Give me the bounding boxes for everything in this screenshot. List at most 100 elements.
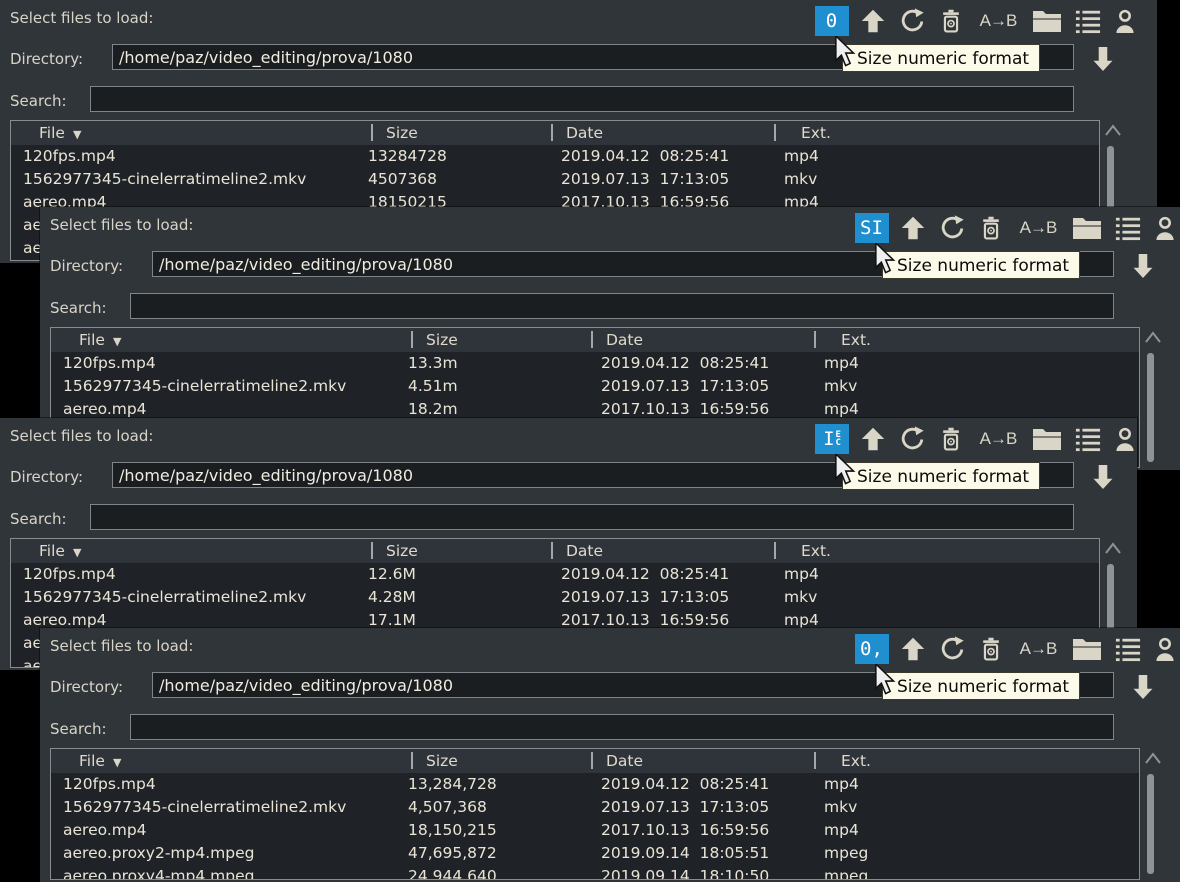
file-list-header: File▼ Size Date Ext.	[51, 328, 1139, 352]
scrollbar-slider[interactable]	[1147, 774, 1154, 874]
column-divider	[774, 542, 776, 559]
updir-button[interactable]	[898, 213, 928, 243]
new-folder-button[interactable]	[1030, 6, 1064, 36]
size-numeric-format-button[interactable]: 0	[815, 6, 849, 36]
file-ext-cell: mkv	[784, 586, 817, 609]
user-button[interactable]	[1112, 6, 1138, 36]
descend-directory-button[interactable]	[1130, 251, 1156, 283]
column-divider	[591, 752, 593, 769]
new-folder-button[interactable]	[1030, 424, 1064, 454]
rename-button[interactable]: A→B	[1015, 634, 1061, 664]
mouse-cursor-icon	[874, 243, 896, 279]
new-folder-button[interactable]	[1070, 213, 1104, 243]
column-header-date[interactable]: Date	[606, 752, 643, 770]
reload-button[interactable]	[897, 6, 927, 36]
user-button[interactable]	[1152, 213, 1178, 243]
column-header-ext[interactable]: Ext.	[841, 331, 871, 349]
descend-directory-button[interactable]	[1130, 672, 1156, 704]
reload-icon	[938, 635, 966, 663]
rename-button[interactable]: A→B	[1015, 213, 1061, 243]
updir-button[interactable]	[858, 424, 888, 454]
search-label: Search:	[10, 92, 67, 110]
column-header-date[interactable]: Date	[566, 542, 603, 560]
file-row[interactable]: aereo.proxy4-mp4.mpeg 24,944,640 2019.09…	[51, 865, 1139, 880]
scrollbar-up-button[interactable]	[1102, 122, 1124, 140]
file-row[interactable]: 120fps.mp4 13,284,728 2019.04.12 08:25:4…	[51, 773, 1139, 796]
list-format-button[interactable]	[1113, 634, 1143, 664]
file-size-cell: 4,507,368	[408, 796, 487, 819]
scrollbar-up-button[interactable]	[1102, 540, 1124, 558]
user-button[interactable]	[1112, 424, 1137, 454]
reload-button[interactable]	[937, 213, 967, 243]
scrollbar-slider[interactable]	[1147, 353, 1154, 462]
file-ext-cell: mp4	[784, 145, 819, 168]
list-icon	[1074, 426, 1102, 452]
rename-button[interactable]: A→B	[975, 424, 1021, 454]
file-name-cell: aereo.proxy4-mp4.mpeg	[63, 865, 254, 880]
file-row[interactable]: 1562977345-cinelerratimeline2.mkv 4.51m …	[51, 375, 1139, 398]
toolbar: 0, A→B	[855, 633, 1178, 665]
descend-directory-button[interactable]	[1090, 462, 1116, 494]
file-ext-cell: mpeg	[824, 865, 868, 880]
list-format-button[interactable]	[1073, 6, 1103, 36]
list-format-button[interactable]	[1073, 424, 1103, 454]
column-header-date[interactable]: Date	[566, 124, 603, 142]
file-row[interactable]: 1562977345-cinelerratimeline2.mkv 4.28M …	[11, 586, 1099, 609]
file-row[interactable]: aereo.mp4 18,150,215 2017.10.13 16:59:56…	[51, 819, 1139, 842]
directory-label: Directory:	[50, 257, 123, 275]
rename-button[interactable]: A→B	[975, 6, 1021, 36]
file-ext-cell: mpeg	[824, 842, 868, 865]
column-header-size[interactable]: Size	[386, 542, 418, 560]
scrollbar-up-button[interactable]	[1142, 750, 1164, 768]
list-format-button[interactable]	[1113, 213, 1143, 243]
file-name-cell: 120fps.mp4	[63, 352, 156, 375]
file-date-cell: 2019.07.13 17:13:05	[601, 796, 769, 819]
file-date-cell: 2019.04.12 08:25:41	[561, 563, 729, 586]
column-header-size[interactable]: Size	[426, 331, 458, 349]
search-input[interactable]	[130, 293, 1114, 319]
file-row[interactable]: aereo.proxy2-mp4.mpeg 47,695,872 2019.09…	[51, 842, 1139, 865]
descend-directory-button[interactable]	[1090, 44, 1116, 76]
size-numeric-format-button[interactable]: I EC	[815, 424, 849, 454]
delete-button[interactable]	[976, 634, 1006, 664]
person-icon	[1113, 7, 1137, 35]
new-folder-button[interactable]	[1070, 634, 1104, 664]
file-name-cell: 1562977345-cinelerratimeline2.mkv	[23, 168, 306, 191]
column-header-file[interactable]: File▼	[39, 542, 81, 560]
file-ext-cell: mkv	[784, 168, 817, 191]
user-button[interactable]	[1152, 634, 1178, 664]
column-header-date[interactable]: Date	[606, 331, 643, 349]
column-divider	[774, 124, 776, 141]
delete-button[interactable]	[936, 6, 966, 36]
file-row[interactable]: 120fps.mp4 13284728 2019.04.12 08:25:41 …	[11, 145, 1099, 168]
reload-button[interactable]	[937, 634, 967, 664]
column-header-ext[interactable]: Ext.	[801, 542, 831, 560]
column-header-ext[interactable]: Ext.	[801, 124, 831, 142]
tooltip: Size numeric format	[882, 251, 1080, 279]
file-list-header: File▼ Size Date Ext.	[11, 121, 1099, 145]
file-row[interactable]: 120fps.mp4 12.6M 2019.04.12 08:25:41 mp4	[11, 563, 1099, 586]
search-input[interactable]	[90, 86, 1074, 112]
column-header-file[interactable]: File▼	[39, 124, 81, 142]
reload-button[interactable]	[897, 424, 927, 454]
file-size-cell: 18,150,215	[408, 819, 497, 842]
search-input[interactable]	[130, 714, 1114, 740]
updir-button[interactable]	[898, 634, 928, 664]
file-row[interactable]: 1562977345-cinelerratimeline2.mkv 450736…	[11, 168, 1099, 191]
updir-button[interactable]	[858, 6, 888, 36]
size-numeric-format-button[interactable]: 0,	[855, 634, 889, 664]
column-header-ext[interactable]: Ext.	[841, 752, 871, 770]
sort-desc-icon: ▼	[113, 335, 121, 348]
file-row[interactable]: 1562977345-cinelerratimeline2.mkv 4,507,…	[51, 796, 1139, 819]
column-header-size[interactable]: Size	[386, 124, 418, 142]
mouse-cursor-icon	[834, 36, 856, 72]
column-header-file[interactable]: File▼	[79, 331, 121, 349]
scrollbar-up-button[interactable]	[1142, 329, 1164, 347]
delete-button[interactable]	[936, 424, 966, 454]
search-input[interactable]	[90, 504, 1074, 530]
size-numeric-format-button[interactable]: SI	[855, 213, 889, 243]
delete-button[interactable]	[976, 213, 1006, 243]
column-header-file[interactable]: File▼	[79, 752, 121, 770]
column-header-size[interactable]: Size	[426, 752, 458, 770]
file-row[interactable]: 120fps.mp4 13.3m 2019.04.12 08:25:41 mp4	[51, 352, 1139, 375]
